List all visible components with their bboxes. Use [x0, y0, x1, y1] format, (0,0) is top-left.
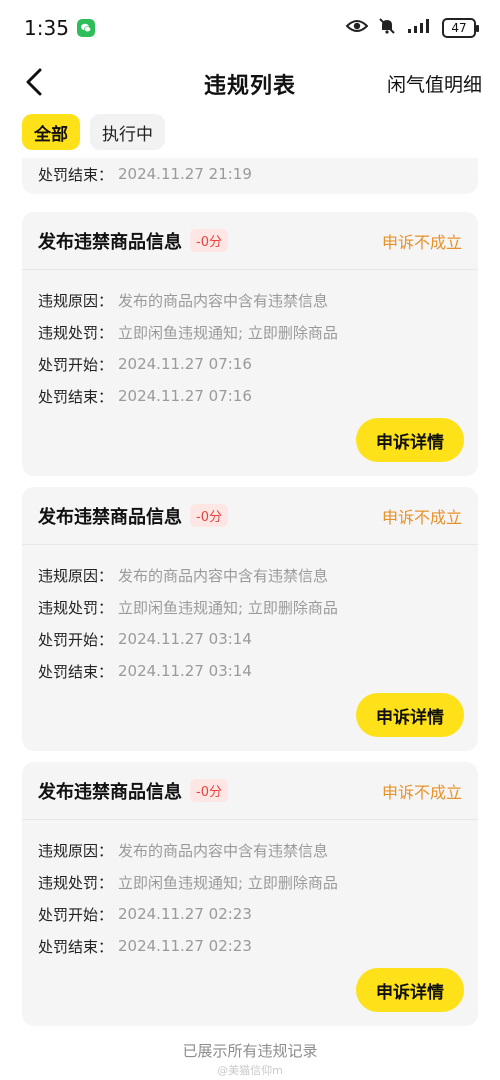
- row-label: 违规原因：: [38, 566, 114, 585]
- row-value: 2024.11.27 07:16: [118, 355, 252, 373]
- filter-in-progress[interactable]: 执行中: [90, 114, 165, 150]
- appeal-status: 申诉不成立: [381, 782, 462, 802]
- score-badge: -0分: [190, 779, 228, 802]
- card-row: 处罚开始： 2024.11.27 07:16: [38, 348, 462, 380]
- row-label: 处罚开始：: [38, 630, 114, 649]
- violation-card: 发布违禁商品信息 -0分 申诉不成立 违规原因： 发布的商品内容中含有违禁信息 违…: [22, 487, 478, 751]
- card-row: 处罚结束： 2024.11.27 03:14: [38, 655, 462, 687]
- row-value: 2024.11.27 07:16: [118, 387, 252, 405]
- status-bar: 1:35 47: [0, 0, 500, 56]
- row-value: 发布的商品内容中含有违禁信息: [118, 291, 329, 310]
- filter-tabs: 全部 执行中: [22, 114, 165, 150]
- row-value: 2024.11.27 21:19: [118, 165, 252, 183]
- row-label: 违规处罚：: [38, 323, 114, 342]
- end-of-list-text: 已展示所有违规记录: [182, 1042, 318, 1060]
- signal-icon: [406, 18, 432, 38]
- card-row: 处罚结束： 2024.11.27 07:16: [38, 380, 462, 412]
- row-value: 立即闲鱼违规通知; 立即删除商品: [118, 598, 338, 617]
- card-details: 违规原因： 发布的商品内容中含有违禁信息 违规处罚： 立即闲鱼违规通知; 立即删除商…: [22, 270, 478, 412]
- row-label: 处罚开始：: [38, 355, 114, 374]
- violation-card: 发布违禁商品信息 -0分 申诉不成立 违规原因： 发布的商品内容中含有违禁信息 违…: [22, 212, 478, 476]
- row-value: 立即闲鱼违规通知; 立即删除商品: [118, 873, 338, 892]
- row-value: 发布的商品内容中含有违禁信息: [118, 566, 329, 585]
- violation-title: 发布违禁商品信息: [38, 506, 182, 528]
- row-value: 2024.11.27 02:23: [118, 937, 252, 955]
- idle-score-detail-link[interactable]: 闲气值明细: [387, 70, 482, 97]
- card-row: 违规处罚： 立即闲鱼违规通知; 立即删除商品: [38, 316, 462, 348]
- battery-icon: 47: [442, 18, 479, 38]
- mute-icon: [378, 17, 396, 39]
- row-label: 处罚开始：: [38, 905, 114, 924]
- violation-title: 发布违禁商品信息: [38, 231, 182, 253]
- row-label: 违规处罚：: [38, 598, 114, 617]
- appeal-detail-button[interactable]: 申诉详情: [356, 418, 464, 462]
- card-row: 处罚结束： 2024.11.27 02:23: [38, 930, 462, 962]
- wechat-notification-icon: [76, 19, 95, 37]
- row-value: 2024.11.27 03:14: [118, 662, 252, 680]
- row-label: 违规处罚：: [38, 873, 114, 892]
- row-value: 2024.11.27 03:14: [118, 630, 252, 648]
- row-label: 处罚结束：: [38, 937, 114, 956]
- card-row: 处罚结束： 2024.11.27 21:19: [38, 158, 252, 190]
- eye-icon: [345, 18, 369, 38]
- row-value: 发布的商品内容中含有违禁信息: [118, 841, 329, 860]
- card-row: 违规原因： 发布的商品内容中含有违禁信息: [38, 834, 462, 866]
- violation-card-partial: 处罚结束： 2024.11.27 21:19: [22, 158, 478, 194]
- row-label: 处罚结束：: [38, 387, 114, 406]
- card-row: 违规处罚： 立即闲鱼违规通知; 立即删除商品: [38, 866, 462, 898]
- violation-list[interactable]: 处罚结束： 2024.11.27 21:19 发布违禁商品信息 -0分 申诉不成…: [0, 158, 500, 1080]
- row-label: 违规原因：: [38, 841, 114, 860]
- appeal-detail-button[interactable]: 申诉详情: [356, 693, 464, 737]
- score-badge: -0分: [190, 229, 228, 252]
- row-value: 2024.11.27 02:23: [118, 905, 252, 923]
- card-header: 发布违禁商品信息 -0分 申诉不成立: [22, 487, 478, 545]
- card-row: 违规原因： 发布的商品内容中含有违禁信息: [38, 559, 462, 591]
- card-row: 违规处罚： 立即闲鱼违规通知; 立即删除商品: [38, 591, 462, 623]
- status-icons: 47: [345, 17, 479, 39]
- card-row: 违规原因： 发布的商品内容中含有违禁信息: [38, 284, 462, 316]
- appeal-status: 申诉不成立: [381, 232, 462, 252]
- card-header: 发布违禁商品信息 -0分 申诉不成立: [22, 762, 478, 820]
- card-row: 处罚开始： 2024.11.27 02:23: [38, 898, 462, 930]
- row-label: 处罚结束：: [38, 662, 114, 681]
- appeal-status: 申诉不成立: [381, 507, 462, 527]
- card-details: 违规原因： 发布的商品内容中含有违禁信息 违规处罚： 立即闲鱼违规通知; 立即删除商…: [22, 820, 478, 962]
- card-row: 处罚开始： 2024.11.27 03:14: [38, 623, 462, 655]
- nav-bar: 违规列表 闲气值明细: [0, 56, 500, 108]
- status-time: 1:35: [24, 16, 69, 40]
- filter-all[interactable]: 全部: [22, 114, 80, 150]
- card-details: 违规原因： 发布的商品内容中含有违禁信息 违规处罚： 立即闲鱼违规通知; 立即删除商…: [22, 545, 478, 687]
- violation-card: 发布违禁商品信息 -0分 申诉不成立 违规原因： 发布的商品内容中含有违禁信息 违…: [22, 762, 478, 1026]
- row-label: 处罚结束：: [38, 165, 114, 184]
- row-label: 违规原因：: [38, 291, 114, 310]
- appeal-detail-button[interactable]: 申诉详情: [356, 968, 464, 1012]
- row-value: 立即闲鱼违规通知; 立即删除商品: [118, 323, 338, 342]
- violation-title: 发布违禁商品信息: [38, 781, 182, 803]
- score-badge: -0分: [190, 504, 228, 527]
- card-header: 发布违禁商品信息 -0分 申诉不成立: [22, 212, 478, 270]
- watermark: @美猫信仰m: [217, 1064, 283, 1077]
